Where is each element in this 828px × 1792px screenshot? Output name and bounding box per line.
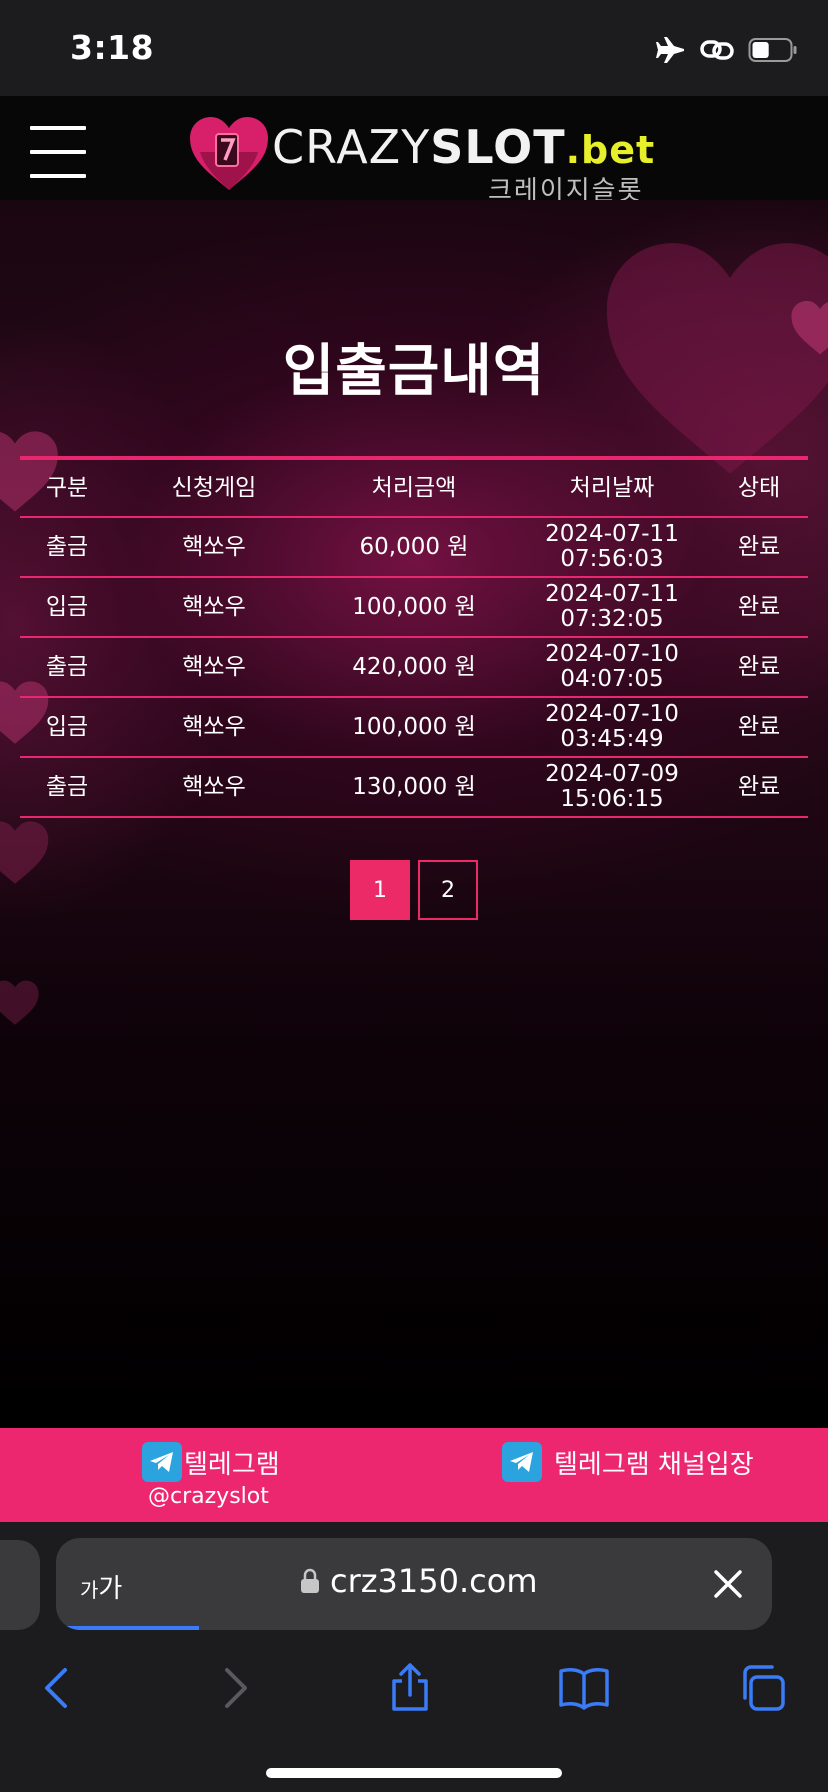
telegram-label: 텔레그램 (184, 1449, 280, 1480)
header-game: 신청게임 (171, 474, 257, 501)
page-title: 입출금내역 (282, 339, 546, 404)
cell-game: 핵쏘우 (182, 653, 246, 680)
table-header-row: 구분 신청게임 처리금액 처리날짜 상태 (20, 460, 808, 518)
airplane-icon (656, 36, 686, 64)
page-button-1[interactable]: 1 (350, 860, 410, 920)
cell-type: 입금 (45, 713, 89, 740)
cell-date: 2024-07-10 04:07:05 (545, 641, 679, 692)
cell-game: 핵쏘우 (182, 713, 246, 740)
link-icon (700, 37, 734, 63)
battery-icon (748, 37, 798, 63)
header-amount: 처리금액 (371, 474, 457, 501)
lock-icon (301, 1568, 319, 1593)
back-icon[interactable] (28, 1660, 84, 1716)
table-row: 출금 핵쏘우 420,000 원 2024-07-10 04:07:05 완료 (20, 638, 808, 698)
header-date: 처리날짜 (569, 474, 655, 501)
telegram-icon (502, 1442, 542, 1482)
telegram-icon (142, 1442, 182, 1482)
address-bar[interactable]: 가가 crz3150.com (56, 1538, 772, 1630)
cell-amount: 100,000 원 (352, 713, 476, 740)
cell-type: 출금 (45, 533, 89, 560)
close-icon[interactable] (710, 1566, 746, 1602)
pagination: 1 2 (350, 860, 478, 920)
logo-wordmark: CRAZYSLOT.bet (272, 120, 656, 174)
url-text: crz3150.com (330, 1562, 538, 1600)
table-row: 출금 핵쏘우 130,000 원 2024-07-09 15:06:15 완료 (20, 758, 808, 818)
page-button-2[interactable]: 2 (418, 860, 478, 920)
header-type: 구분 (45, 474, 89, 501)
cell-status: 완료 (737, 713, 781, 740)
url-field[interactable]: crz3150.com (300, 1562, 538, 1600)
background-heart-icon (0, 821, 49, 884)
telegram-channel-label: 텔레그램 채널입장 (554, 1449, 754, 1480)
page-settings-button[interactable]: 가가 (80, 1568, 122, 1605)
telegram-handle[interactable]: @crazyslot (148, 1484, 269, 1509)
cell-amount: 100,000 원 (352, 593, 476, 620)
cell-status: 완료 (737, 773, 781, 800)
cell-amount: 130,000 원 (352, 773, 476, 800)
status-icons (656, 32, 798, 68)
hamburger-icon[interactable] (30, 126, 86, 178)
cell-game: 핵쏘우 (182, 773, 246, 800)
cell-type: 출금 (45, 653, 89, 680)
cell-status: 완료 (737, 653, 781, 680)
telegram-link[interactable]: 텔레그램 (142, 1442, 280, 1482)
cell-date: 2024-07-11 07:32:05 (545, 581, 679, 632)
heart-logo-icon (190, 117, 268, 190)
cell-date: 2024-07-09 15:06:15 (545, 761, 679, 812)
cell-date: 2024-07-10 03:45:49 (545, 701, 679, 752)
telegram-channel-link[interactable]: 텔레그램 채널입장 (502, 1442, 754, 1482)
page-load-progress (56, 1626, 200, 1630)
cell-status: 완료 (737, 593, 781, 620)
telegram-bar: 텔레그램 @crazyslot 텔레그램 채널입장 (0, 1428, 828, 1522)
cell-game: 핵쏘우 (182, 533, 246, 560)
table-row: 출금 핵쏘우 60,000 원 2024-07-11 07:56:03 완료 (20, 518, 808, 578)
cell-amount: 420,000 원 (352, 653, 476, 680)
share-icon[interactable] (382, 1660, 438, 1716)
screen: 3:18 CRAZYSLOT.bet 크레이지슬롯 입출금내역 구분 신청게임 … (0, 0, 828, 1792)
table-row: 입금 핵쏘우 100,000 원 2024-07-10 03:45:49 완료 (20, 698, 808, 758)
table-row: 입금 핵쏘우 100,000 원 2024-07-11 07:32:05 완료 (20, 578, 808, 638)
bookmarks-icon[interactable] (556, 1660, 612, 1716)
cell-amount: 60,000 원 (359, 533, 469, 560)
browser-toolbar (0, 1650, 828, 1730)
cell-game: 핵쏘우 (182, 593, 246, 620)
cell-type: 입금 (45, 593, 89, 620)
cell-type: 출금 (45, 773, 89, 800)
cell-status: 완료 (737, 533, 781, 560)
site-header: CRAZYSLOT.bet 크레이지슬롯 (0, 96, 828, 206)
header-status: 상태 (737, 474, 781, 501)
tabs-icon[interactable] (734, 1660, 790, 1716)
transaction-history-table: 구분 신청게임 처리금액 처리날짜 상태 출금 핵쏘우 60,000 원 202… (20, 456, 808, 818)
browser-bottom-bar: 가가 crz3150.com (0, 1522, 828, 1792)
background-heart-icon (0, 980, 39, 1025)
cell-date: 2024-07-11 07:56:03 (545, 521, 679, 572)
status-time: 3:18 (70, 28, 155, 67)
previous-tab-preview[interactable] (0, 1540, 40, 1630)
status-bar: 3:18 (0, 0, 828, 96)
forward-icon[interactable] (208, 1660, 264, 1716)
site-logo[interactable]: CRAZYSLOT.bet 크레이지슬롯 (188, 104, 654, 206)
home-indicator[interactable] (266, 1768, 562, 1778)
